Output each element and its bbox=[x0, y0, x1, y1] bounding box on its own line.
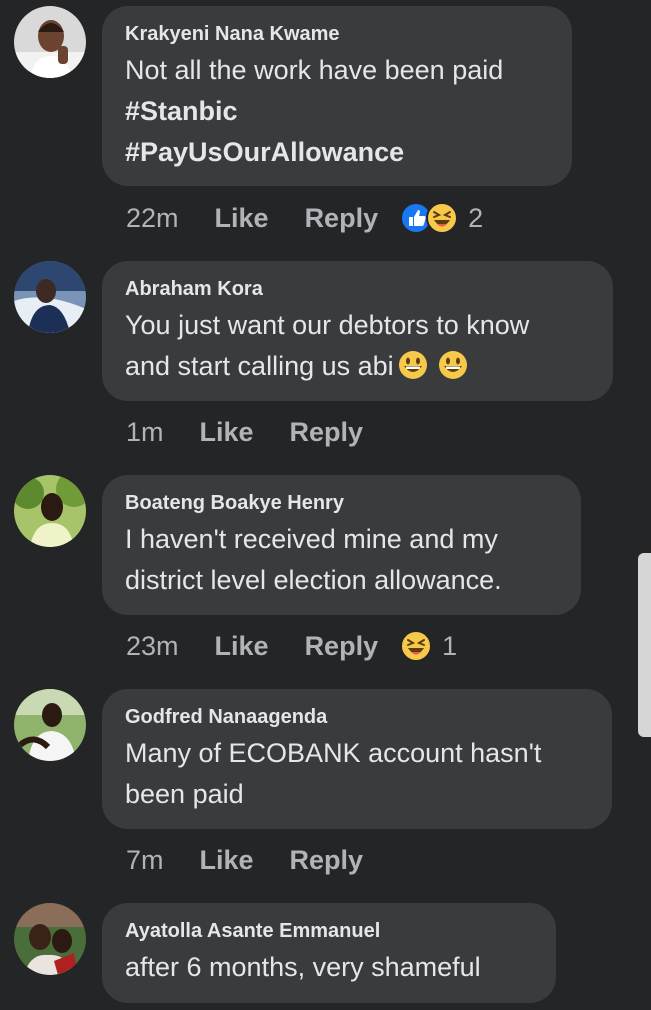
comment-actions: 23m Like Reply 1 bbox=[126, 626, 457, 666]
comment-bubble: Ayatolla Asante Emmanuel after 6 months,… bbox=[102, 903, 556, 1003]
reaction-count: 2 bbox=[468, 202, 484, 233]
comment-author[interactable]: Ayatolla Asante Emmanuel bbox=[125, 919, 534, 943]
haha-reaction-icon bbox=[400, 630, 433, 662]
comment-line: been paid bbox=[125, 779, 244, 809]
comment-line: district level election allowance. bbox=[125, 565, 502, 595]
reply-button[interactable]: Reply bbox=[305, 203, 379, 234]
reply-button[interactable]: Reply bbox=[290, 845, 364, 876]
comment-timestamp[interactable]: 23m bbox=[126, 631, 179, 662]
comment-text: Many of ECOBANK account hasn't been paid bbox=[125, 733, 590, 815]
comment-timestamp[interactable]: 22m bbox=[126, 203, 179, 234]
reply-button[interactable]: Reply bbox=[305, 631, 379, 662]
comment-author[interactable]: Godfred Nanaagenda bbox=[125, 705, 590, 729]
comment-line-text: and start calling us abi bbox=[125, 351, 394, 381]
comment-timestamp[interactable]: 1m bbox=[126, 417, 164, 448]
hashtag-link[interactable]: #Stanbic bbox=[125, 91, 550, 132]
like-button[interactable]: Like bbox=[215, 203, 269, 234]
comment-bubble: Boateng Boakye Henry I haven't received … bbox=[102, 475, 581, 615]
comment-text: Not all the work have been paid #Stanbic… bbox=[125, 50, 550, 173]
scrollbar-thumb[interactable] bbox=[638, 553, 651, 737]
hashtag-link[interactable]: #PayUsOurAllowance bbox=[125, 132, 550, 173]
grinning-face-emoji-icon bbox=[438, 350, 468, 380]
avatar[interactable] bbox=[14, 261, 86, 333]
comment-author[interactable]: Boateng Boakye Henry bbox=[125, 491, 559, 515]
comment-text: You just want our debtors to know and st… bbox=[125, 305, 591, 387]
comment-line: after 6 months, very shameful bbox=[125, 952, 481, 982]
comment-text: I haven't received mine and my district … bbox=[125, 519, 559, 601]
avatar[interactable] bbox=[14, 689, 86, 761]
haha-reaction-icon bbox=[426, 202, 459, 234]
avatar[interactable] bbox=[14, 475, 86, 547]
like-button[interactable]: Like bbox=[215, 631, 269, 662]
comment-bubble: Abraham Kora You just want our debtors t… bbox=[102, 261, 613, 401]
comment-actions: 22m Like Reply 2 bbox=[126, 198, 483, 238]
comment-text: after 6 months, very shameful bbox=[125, 947, 534, 988]
grinning-face-emoji-icon bbox=[398, 350, 428, 380]
comment-timestamp[interactable]: 7m bbox=[126, 845, 164, 876]
comment-line: Many of ECOBANK account hasn't bbox=[125, 738, 542, 768]
reply-button[interactable]: Reply bbox=[290, 417, 364, 448]
comment-line: I haven't received mine and my bbox=[125, 524, 498, 554]
comment-author[interactable]: Abraham Kora bbox=[125, 277, 591, 301]
reaction-summary[interactable]: 2 bbox=[400, 202, 483, 234]
comment-line: Not all the work have been paid bbox=[125, 55, 504, 85]
comment-bubble: Godfred Nanaagenda Many of ECOBANK accou… bbox=[102, 689, 612, 829]
comment-bubble: Krakyeni Nana Kwame Not all the work hav… bbox=[102, 6, 572, 186]
comment-actions: 1m Like Reply bbox=[126, 412, 363, 452]
avatar[interactable] bbox=[14, 6, 86, 78]
reaction-summary[interactable]: 1 bbox=[400, 630, 457, 662]
comment-line: You just want our debtors to know bbox=[125, 310, 530, 340]
comment-author[interactable]: Krakyeni Nana Kwame bbox=[125, 22, 550, 46]
like-button[interactable]: Like bbox=[200, 845, 254, 876]
like-button[interactable]: Like bbox=[200, 417, 254, 448]
avatar[interactable] bbox=[14, 903, 86, 975]
comment-line: and start calling us abi bbox=[125, 346, 591, 387]
comment-actions: 7m Like Reply bbox=[126, 840, 363, 880]
reaction-count: 1 bbox=[442, 630, 458, 661]
